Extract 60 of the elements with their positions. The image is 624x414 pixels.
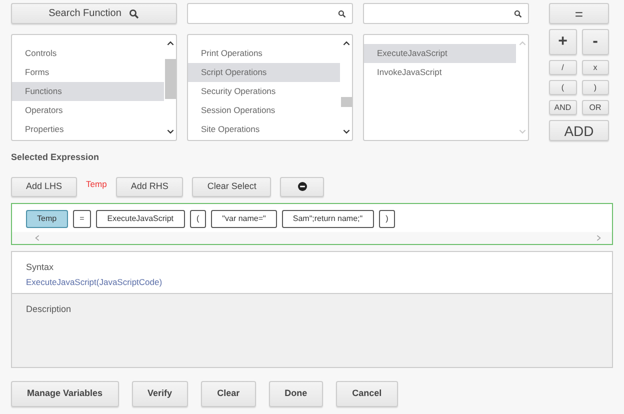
search-icon <box>338 10 346 18</box>
scroll-left-icon <box>34 234 40 242</box>
operator-button[interactable]: / <box>549 60 576 75</box>
expression-token[interactable]: ExecuteJavaScript <box>96 210 184 228</box>
list-item[interactable]: Session Operations <box>188 101 340 120</box>
operator-button[interactable]: ADD <box>549 120 609 141</box>
search-icon <box>129 8 140 18</box>
expression-button[interactable]: Clear Select <box>192 176 272 196</box>
footer-button[interactable]: Verify <box>132 380 188 406</box>
expression-token[interactable]: "var name=" <box>211 210 277 228</box>
scrollbar-thumb[interactable] <box>164 59 176 99</box>
list-item[interactable]: Properties <box>12 120 164 139</box>
list-item[interactable]: Site Operations <box>188 120 340 139</box>
search-field[interactable] <box>363 3 529 24</box>
list-item[interactable]: Controls <box>12 44 164 63</box>
operator-button[interactable]: = <box>549 3 609 24</box>
search-function-button[interactable]: Search Function <box>11 3 177 24</box>
footer-button[interactable]: Cancel <box>336 380 398 406</box>
expression-token[interactable]: = <box>72 210 92 228</box>
expression-button[interactable]: Add RHS <box>116 176 184 196</box>
list-item[interactable]: ExecuteJavaScript <box>364 44 516 63</box>
expression-token[interactable]: ) <box>378 210 396 228</box>
search-field[interactable] <box>187 3 353 24</box>
expression-button[interactable]: Add LHS <box>11 176 78 196</box>
operator-button[interactable]: ) <box>582 80 609 95</box>
section-title: Selected Expression <box>11 151 100 164</box>
operator-button[interactable]: OR <box>582 100 609 115</box>
minus-circle-icon <box>298 182 307 191</box>
lhs-label: Temp <box>86 178 107 190</box>
list-item[interactable]: Forms <box>12 63 164 82</box>
scroll-up-icon <box>166 40 174 47</box>
list-item[interactable]: Script Operations <box>188 63 340 82</box>
scroll-down-icon <box>166 128 174 135</box>
scroll-down-icon <box>342 128 350 135</box>
list-item[interactable]: Operators <box>12 101 164 120</box>
operator-button[interactable]: + <box>549 29 576 55</box>
expression-token[interactable]: Temp <box>26 210 68 228</box>
list-item[interactable]: Functions <box>12 82 164 101</box>
footer-button[interactable]: Done <box>268 380 324 406</box>
list-item[interactable]: Security Operations <box>188 82 340 101</box>
expression-token[interactable]: Sam";return name;" <box>282 210 374 228</box>
scroll-up-icon <box>518 40 526 47</box>
remove-button[interactable] <box>280 176 324 196</box>
search-icon <box>514 10 522 18</box>
syntax-value: ExecuteJavaScript(JavaScriptCode) <box>26 276 162 289</box>
scroll-right-icon <box>596 234 602 242</box>
operator-button[interactable]: x <box>582 60 609 75</box>
footer-button[interactable]: Manage Variables <box>11 380 119 406</box>
footer-button[interactable]: Clear <box>201 380 256 406</box>
scrollbar-thumb[interactable] <box>340 97 352 107</box>
scroll-up-icon <box>342 40 350 47</box>
description-title: Description <box>26 302 72 316</box>
operator-button[interactable]: - <box>582 29 609 55</box>
expression-token[interactable]: ( <box>190 210 206 228</box>
operator-button[interactable]: ( <box>549 80 576 95</box>
operator-button[interactable]: AND <box>549 100 576 115</box>
scroll-down-icon <box>518 128 526 135</box>
syntax-title: Syntax <box>26 260 54 274</box>
list-item[interactable]: Print Operations <box>188 44 340 63</box>
list-item[interactable]: InvokeJavaScript <box>364 63 516 82</box>
